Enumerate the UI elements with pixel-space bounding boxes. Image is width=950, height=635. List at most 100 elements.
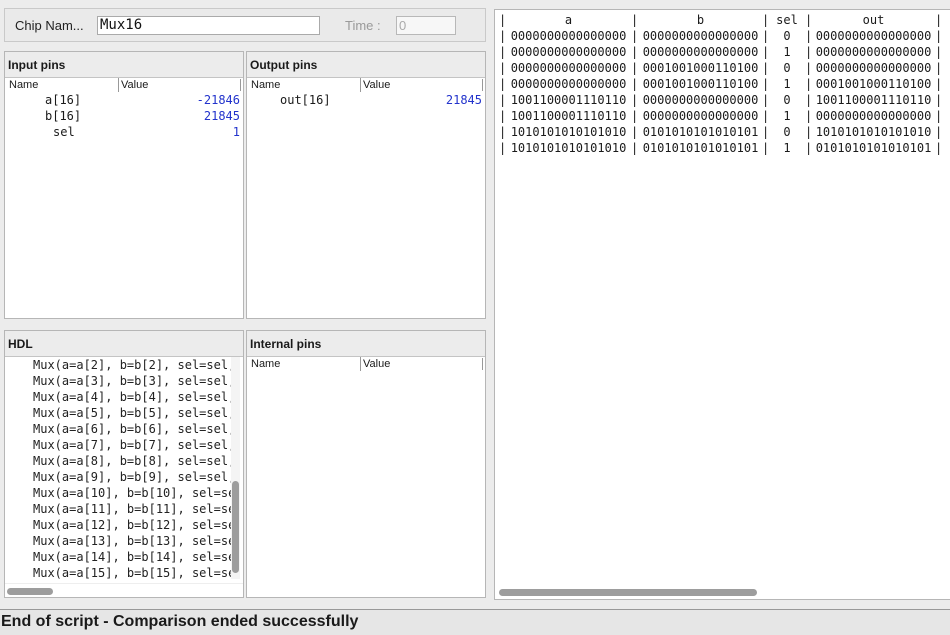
column-separator: | bbox=[762, 93, 770, 107]
column-separator: | bbox=[499, 125, 507, 139]
compare-cell: 0000000000000000 bbox=[510, 61, 627, 75]
column-header-name[interactable]: Name bbox=[251, 357, 280, 371]
compare-cell: 0101010101010101 bbox=[815, 141, 932, 155]
column-separator: | bbox=[762, 45, 770, 59]
column-separator: | bbox=[935, 109, 943, 123]
hdl-line: Mux(a=a[10], b=b[10], sel=se bbox=[33, 486, 236, 500]
pin-value[interactable]: 21845 bbox=[204, 108, 240, 124]
column-separator: | bbox=[499, 61, 507, 75]
pin-value[interactable]: -21846 bbox=[197, 92, 240, 108]
column-separator: | bbox=[762, 141, 770, 155]
hdl-line: Mux(a=a[15], b=b[15], sel=se bbox=[33, 566, 236, 580]
compare-cell: 0001001000110100 bbox=[642, 61, 759, 75]
column-separator: | bbox=[499, 29, 507, 43]
internal-pins-panel: Internal pins Name Value bbox=[246, 330, 486, 598]
column-separator: | bbox=[631, 77, 639, 91]
column-separator: | bbox=[935, 141, 943, 155]
column-separator: | bbox=[935, 125, 943, 139]
column-separator: | bbox=[935, 45, 943, 59]
column-separator: | bbox=[935, 77, 943, 91]
compare-cell: 0000000000000000 bbox=[815, 61, 932, 75]
hdl-line: Mux(a=a[11], b=b[11], sel=se bbox=[33, 502, 236, 516]
compare-cell: 0000000000000000 bbox=[642, 29, 759, 43]
compare-cell: 1001100001110110 bbox=[815, 93, 932, 107]
compare-cell: 0000000000000000 bbox=[642, 93, 759, 107]
output-pin-row[interactable]: out[16] 21845 bbox=[247, 92, 485, 108]
compare-cell: 1010101010101010 bbox=[510, 141, 627, 155]
hdl-line: Mux(a=a[3], b=b[3], sel=sel, bbox=[33, 374, 236, 388]
time-field[interactable]: 0 bbox=[396, 16, 456, 35]
column-separator: | bbox=[631, 125, 639, 139]
column-header-name[interactable]: Name bbox=[251, 78, 280, 92]
column-divider bbox=[240, 79, 241, 91]
chip-name-label: Chip Nam... bbox=[15, 18, 84, 33]
hdl-code[interactable]: Mux(a=a[2], b=b[2], sel=sel, Mux(a=a[3],… bbox=[5, 357, 243, 585]
compare-horizontal-scroll-thumb[interactable] bbox=[499, 589, 757, 596]
column-separator: | bbox=[499, 93, 507, 107]
column-separator: | bbox=[631, 93, 639, 107]
compare-cell: 1010101010101010 bbox=[510, 125, 627, 139]
hdl-vertical-scroll-thumb[interactable] bbox=[232, 481, 239, 573]
compare-cell: 0 bbox=[783, 29, 791, 43]
column-separator: | bbox=[631, 13, 639, 27]
compare-cell: 0101010101010101 bbox=[642, 125, 759, 139]
pin-name: out[16] bbox=[280, 93, 331, 107]
column-header-value[interactable]: Value bbox=[360, 78, 390, 92]
time-label: Time : bbox=[345, 18, 381, 33]
compare-cell: 0 bbox=[783, 125, 791, 139]
column-header-value[interactable]: Value bbox=[360, 357, 390, 371]
compare-table-panel: | | | | | a b sel out | | | | | 0000000000000000 000000… bbox=[494, 9, 950, 600]
compare-cell: 0000000000000000 bbox=[642, 45, 759, 59]
column-separator: | bbox=[762, 125, 770, 139]
compare-cell: 0101010101010101 bbox=[642, 141, 759, 155]
internal-pins-header: Name Value bbox=[247, 357, 485, 371]
compare-cell: 0000000000000000 bbox=[510, 77, 627, 91]
input-pin-row[interactable]: a[16] -21846 bbox=[5, 92, 243, 108]
compare-cell: 0000000000000000 bbox=[815, 45, 932, 59]
compare-header-cell: out bbox=[862, 13, 885, 27]
column-separator: | bbox=[499, 109, 507, 123]
column-separator: | bbox=[935, 93, 943, 107]
output-pins-header: Name Value bbox=[247, 78, 485, 92]
input-pin-row[interactable]: sel 1 bbox=[5, 124, 243, 140]
column-separator: | bbox=[762, 13, 770, 27]
column-separator: | bbox=[935, 61, 943, 75]
hdl-line: Mux(a=a[9], b=b[9], sel=sel, bbox=[33, 470, 236, 484]
column-divider bbox=[482, 358, 483, 370]
hdl-line: Mux(a=a[4], b=b[4], sel=sel, bbox=[33, 390, 236, 404]
compare-cell: 1 bbox=[783, 77, 791, 91]
pin-name: sel bbox=[53, 125, 75, 139]
column-separator: | bbox=[762, 29, 770, 43]
column-header-name[interactable]: Name bbox=[9, 78, 38, 92]
output-pins-panel: Output pins Name Value out[16] 21845 bbox=[246, 51, 486, 319]
compare-cell: 0000000000000000 bbox=[510, 29, 627, 43]
column-separator: | bbox=[499, 141, 507, 155]
hdl-horizontal-scrollbar[interactable] bbox=[5, 583, 243, 597]
column-separator: | bbox=[762, 77, 770, 91]
hdl-line: Mux(a=a[5], b=b[5], sel=sel, bbox=[33, 406, 236, 420]
chip-name-field[interactable]: Mux16 bbox=[97, 16, 320, 35]
pin-value[interactable]: 1 bbox=[233, 124, 240, 140]
compare-cell: 1001100001110110 bbox=[510, 93, 627, 107]
compare-horizontal-scrollbar[interactable] bbox=[495, 587, 950, 599]
pin-value: 21845 bbox=[445, 93, 482, 107]
output-pins-title: Output pins bbox=[247, 52, 485, 78]
column-separator: | bbox=[631, 29, 639, 43]
compare-cell: 0000000000000000 bbox=[642, 109, 759, 123]
column-separator: | bbox=[499, 77, 507, 91]
input-pins-title: Input pins bbox=[5, 52, 243, 78]
hdl-horizontal-scroll-thumb[interactable] bbox=[7, 588, 53, 595]
hdl-vertical-scrollbar[interactable] bbox=[231, 357, 240, 579]
column-header-value[interactable]: Value bbox=[118, 78, 148, 92]
column-separator: | bbox=[935, 13, 943, 27]
compare-header-cell: a bbox=[564, 13, 573, 27]
hdl-panel: HDL Mux(a=a[2], b=b[2], sel=sel, Mux(a=a… bbox=[4, 330, 244, 598]
chip-toolbar: Chip Nam... Mux16 Time : 0 bbox=[4, 8, 486, 42]
hdl-line: Mux(a=a[7], b=b[7], sel=sel, bbox=[33, 438, 236, 452]
compare-cell: 0 bbox=[783, 61, 791, 75]
column-separator: | bbox=[499, 45, 507, 59]
status-bar: End of script - Comparison ended success… bbox=[0, 609, 950, 635]
compare-cell: 1 bbox=[783, 109, 791, 123]
internal-pins-title: Internal pins bbox=[247, 331, 485, 357]
input-pin-row[interactable]: b[16] 21845 bbox=[5, 108, 243, 124]
